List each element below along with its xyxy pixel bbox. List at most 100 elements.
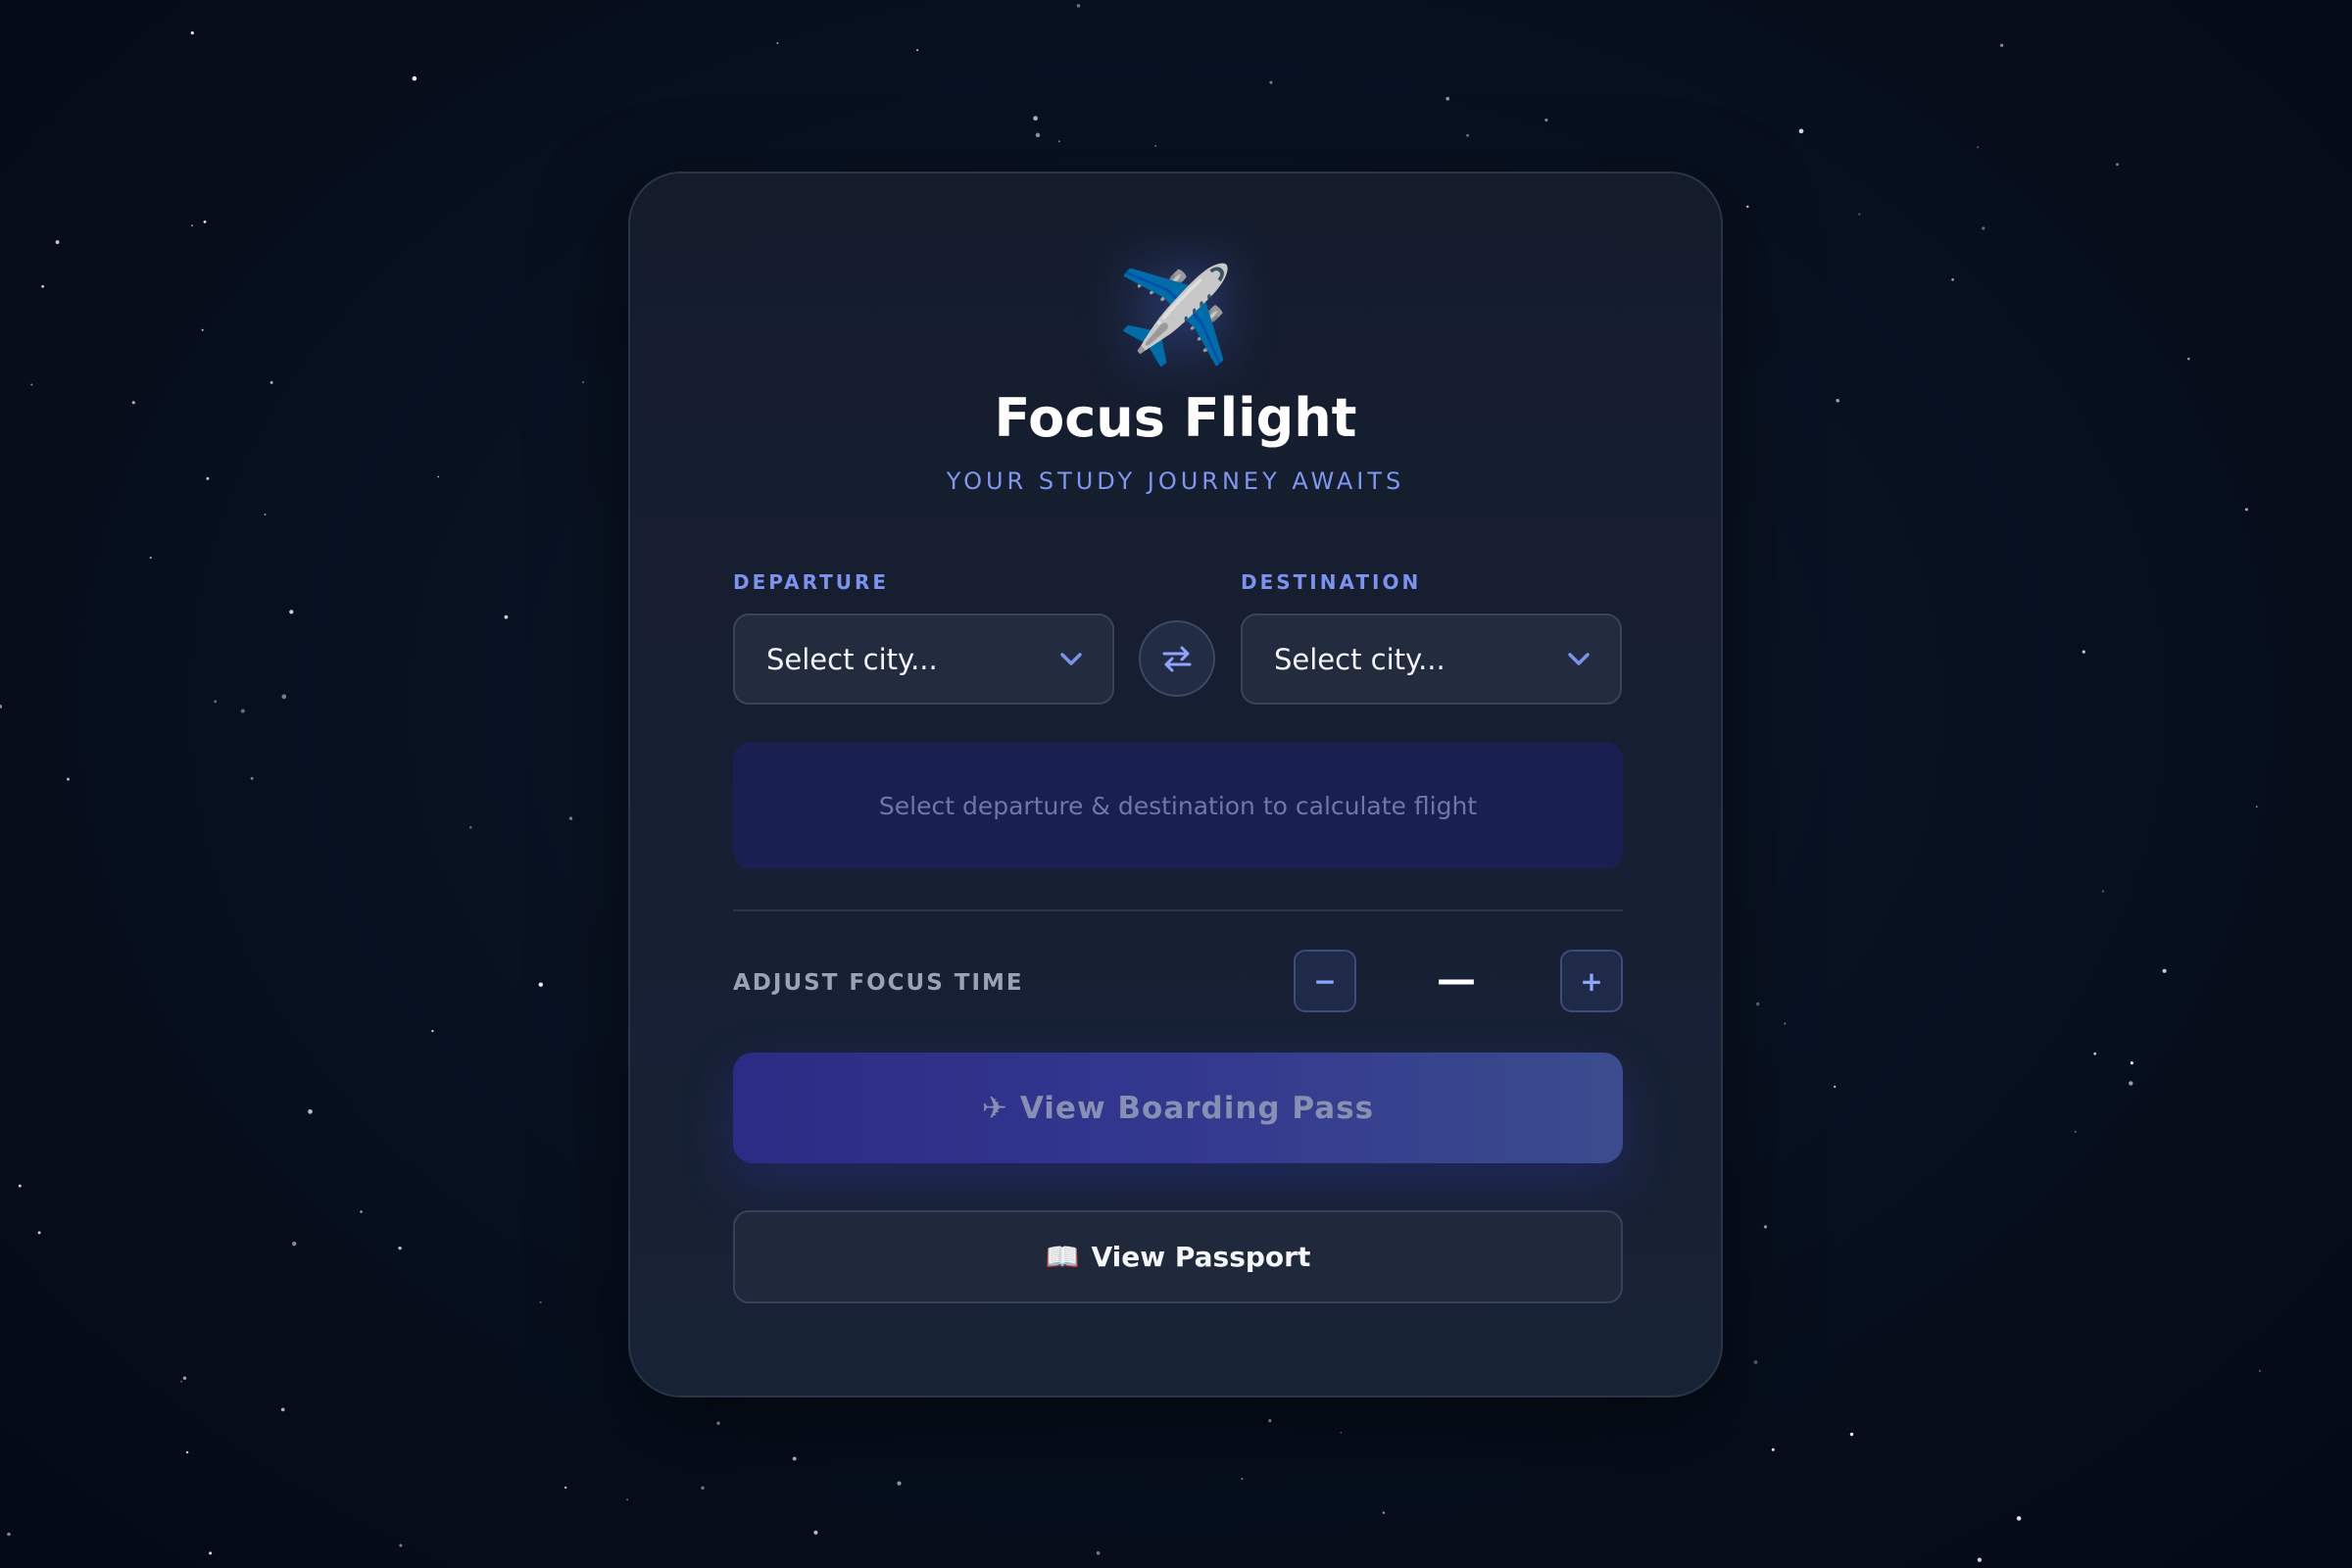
- star: [2082, 650, 2085, 654]
- airplane-icon: ✈️: [1116, 261, 1235, 370]
- star: [1771, 1447, 1775, 1451]
- star: [250, 776, 254, 780]
- star: [538, 982, 544, 987]
- star: [1951, 278, 1954, 281]
- star: [240, 709, 245, 713]
- star: [1058, 140, 1060, 143]
- star: [308, 1108, 313, 1114]
- flight-info-text: Select departure & destination to calcul…: [878, 791, 1478, 820]
- plus-icon: +: [1580, 964, 1603, 998]
- star: [431, 1029, 434, 1033]
- airplane-icon: ✈: [981, 1090, 1008, 1126]
- star: [2255, 806, 2258, 808]
- star: [1999, 43, 2004, 47]
- star: [201, 328, 204, 331]
- star: [1798, 128, 1804, 134]
- star: [916, 49, 919, 52]
- star: [2116, 163, 2119, 167]
- view-boarding-pass-button[interactable]: ✈ View Boarding Pass: [733, 1053, 1623, 1163]
- star: [776, 42, 779, 44]
- star: [539, 1300, 542, 1303]
- star: [412, 75, 417, 81]
- star: [1035, 132, 1041, 138]
- star: [37, 1231, 41, 1235]
- divider: [733, 909, 1623, 911]
- star: [190, 30, 194, 35]
- star: [1446, 96, 1450, 101]
- star: [1466, 133, 1470, 137]
- minus-icon: −: [1313, 964, 1337, 998]
- star: [2074, 1131, 2077, 1133]
- star: [55, 240, 60, 245]
- chevron-down-icon: [1568, 653, 1590, 665]
- star: [2258, 1369, 2262, 1372]
- boarding-pass-label: View Boarding Pass: [1019, 1090, 1375, 1126]
- destination-select[interactable]: Select city...: [1241, 613, 1622, 705]
- star: [1784, 1022, 1787, 1025]
- app-title: Focus Flight: [994, 387, 1357, 449]
- star: [897, 1481, 902, 1486]
- star: [66, 777, 71, 781]
- star: [437, 475, 440, 478]
- star: [2129, 1081, 2133, 1086]
- star: [1241, 1478, 1244, 1480]
- star: [716, 1421, 720, 1426]
- star: [206, 476, 210, 480]
- departure-select-value: Select city...: [766, 642, 938, 676]
- swap-cities-button[interactable]: [1139, 620, 1215, 697]
- star: [270, 380, 273, 384]
- star: [214, 700, 218, 704]
- star: [564, 1486, 567, 1490]
- star: [264, 514, 267, 515]
- star: [1834, 1085, 1837, 1089]
- app-subtitle: YOUR STUDY JOURNEY AWAITS: [946, 467, 1405, 495]
- star: [813, 1530, 818, 1535]
- star: [185, 1450, 189, 1454]
- star: [2162, 968, 2167, 973]
- star: [1269, 80, 1273, 84]
- star: [360, 1210, 363, 1213]
- star: [1154, 145, 1156, 147]
- star: [30, 383, 33, 386]
- star: [1982, 226, 1985, 230]
- star: [1268, 1419, 1272, 1423]
- star: [1753, 1360, 1758, 1364]
- star: [626, 1498, 628, 1501]
- star: [191, 224, 194, 227]
- star: [1076, 4, 1081, 8]
- departure-select[interactable]: Select city...: [733, 613, 1114, 705]
- star: [182, 1376, 187, 1380]
- star: [1977, 1557, 1983, 1562]
- star: [180, 1380, 183, 1383]
- star: [1849, 1432, 1854, 1437]
- star: [41, 285, 44, 288]
- destination-label: DESTINATION: [1241, 570, 1422, 594]
- star: [18, 1184, 22, 1188]
- passport-label: View Passport: [1091, 1241, 1311, 1273]
- book-icon: 📖: [1045, 1241, 1080, 1273]
- star: [1340, 1431, 1343, 1434]
- star: [280, 1407, 285, 1412]
- star: [289, 610, 294, 614]
- destination-select-value: Select city...: [1274, 642, 1446, 676]
- view-passport-button[interactable]: 📖 View Passport: [733, 1210, 1623, 1303]
- star: [398, 1246, 402, 1250]
- star: [149, 556, 152, 560]
- star: [2101, 890, 2104, 893]
- adjust-focus-label: ADJUST FOCUS TIME: [733, 970, 1024, 996]
- flight-info-box: Select departure & destination to calcul…: [733, 742, 1623, 869]
- star: [0, 704, 3, 709]
- star: [1096, 1550, 1101, 1555]
- star: [1746, 205, 1749, 209]
- star: [2016, 1516, 2022, 1521]
- star: [2093, 1052, 2097, 1055]
- star: [568, 816, 573, 820]
- star: [504, 614, 509, 619]
- star: [281, 694, 287, 700]
- star: [792, 1456, 797, 1461]
- chevron-down-icon: [1060, 653, 1082, 665]
- star: [131, 401, 135, 405]
- flight-card: ✈️ Focus Flight YOUR STUDY JOURNEY AWAIT…: [628, 172, 1723, 1397]
- increase-time-button[interactable]: +: [1560, 950, 1623, 1012]
- decrease-time-button[interactable]: −: [1294, 950, 1356, 1012]
